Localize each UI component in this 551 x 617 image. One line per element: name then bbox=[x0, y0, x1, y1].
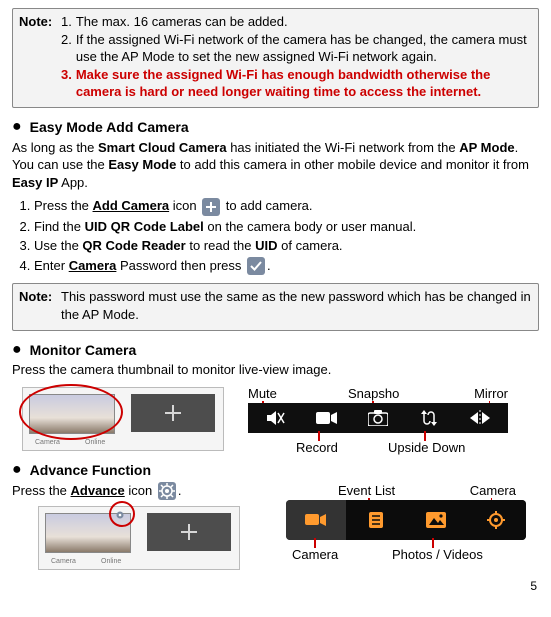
t: Smart Cloud Camera bbox=[98, 140, 227, 155]
step-3: Use the QR Code Reader to read the UID o… bbox=[34, 237, 539, 255]
t: . bbox=[178, 483, 182, 498]
t: has initiated the Wi-Fi network from the bbox=[227, 140, 460, 155]
monitor-toolbar bbox=[248, 403, 508, 433]
bullet-icon: ● bbox=[12, 342, 22, 358]
section-title: Easy Mode Add Camera bbox=[30, 118, 189, 137]
t: Use the bbox=[34, 238, 82, 253]
t: Find the bbox=[34, 219, 85, 234]
advance-toolbar bbox=[286, 500, 526, 540]
t: App. bbox=[58, 175, 88, 190]
label-camera-settings: Camera bbox=[470, 482, 516, 500]
label-camera-list: Camera bbox=[292, 546, 338, 564]
section-advance-head: ● Advance Function bbox=[12, 461, 539, 480]
step-2: Find the UID QR Code Label on the camera… bbox=[34, 218, 539, 236]
t: to add this camera in other mobile devic… bbox=[176, 157, 529, 172]
t: Enter bbox=[34, 258, 69, 273]
event-list-button[interactable] bbox=[346, 500, 406, 540]
upside-down-button[interactable] bbox=[404, 409, 455, 427]
record-button[interactable] bbox=[301, 411, 352, 425]
thumb-label: Online bbox=[85, 438, 105, 447]
note2-text: If the assigned Wi-Fi network of the cam… bbox=[76, 31, 532, 66]
add-camera-tile[interactable] bbox=[147, 513, 231, 551]
plus-icon bbox=[202, 198, 220, 216]
camera-list-button[interactable] bbox=[286, 500, 346, 540]
t: As long as the bbox=[12, 140, 98, 155]
mute-button[interactable] bbox=[250, 409, 301, 427]
note2-num: 2. bbox=[61, 31, 76, 49]
t: UID bbox=[255, 238, 277, 253]
t: Add Camera bbox=[93, 198, 170, 213]
note1-num: 1. bbox=[61, 13, 76, 31]
label-record: Record bbox=[296, 439, 338, 457]
t: AP Mode bbox=[459, 140, 514, 155]
bullet-icon: ● bbox=[12, 119, 22, 135]
t: to read the bbox=[186, 238, 255, 253]
mirror-button[interactable] bbox=[455, 410, 506, 426]
t: to add camera. bbox=[222, 198, 312, 213]
step-4: Enter Camera Password then press . bbox=[34, 257, 539, 276]
note-box-password: Note: This password must use the same as… bbox=[12, 283, 539, 330]
label-snapshot: Snapsho bbox=[348, 385, 399, 403]
note1-text: The max. 16 cameras can be added. bbox=[76, 13, 532, 31]
t: Press the bbox=[12, 483, 71, 498]
t: on the camera body or user manual. bbox=[204, 219, 416, 234]
t: of camera. bbox=[278, 238, 343, 253]
t: Advance bbox=[71, 483, 125, 498]
t: icon bbox=[125, 483, 156, 498]
step-1: Press the Add Camera icon to add camera. bbox=[34, 197, 539, 216]
section-title: Advance Function bbox=[30, 461, 151, 480]
gear-icon bbox=[158, 482, 176, 500]
t: Easy IP bbox=[12, 175, 58, 190]
gear-overlay-icon[interactable] bbox=[115, 507, 125, 517]
add-camera-tile[interactable] bbox=[131, 394, 215, 432]
note3-text: Make sure the assigned Wi-Fi has enough … bbox=[76, 66, 532, 101]
label-mirror: Mirror bbox=[474, 385, 508, 403]
note-box-setup: Note: 1. The max. 16 cameras can be adde… bbox=[12, 8, 539, 108]
label-upside-down: Upside Down bbox=[388, 439, 465, 457]
section-easy-mode-body: As long as the Smart Cloud Camera has in… bbox=[12, 139, 539, 192]
note-lead: Note: bbox=[19, 288, 61, 306]
t: UID QR Code Label bbox=[85, 219, 204, 234]
monitor-toolbar-annotated: Mute Snapsho Mirror Record Upside Down bbox=[248, 385, 508, 451]
note-lead: Note: bbox=[19, 13, 61, 31]
section-monitor-body: Press the camera thumbnail to monitor li… bbox=[12, 361, 539, 379]
t: icon bbox=[169, 198, 200, 213]
section-title: Monitor Camera bbox=[30, 341, 137, 360]
t: . bbox=[267, 258, 271, 273]
thumb-label: Camera bbox=[51, 557, 76, 566]
note3-num: 3. bbox=[61, 66, 76, 84]
steps-easy-mode: Press the Add Camera icon to add camera.… bbox=[12, 197, 539, 275]
t: QR Code Reader bbox=[82, 238, 185, 253]
label-event-list: Event List bbox=[338, 482, 395, 500]
t: Easy Mode bbox=[108, 157, 176, 172]
t: Press the bbox=[34, 198, 93, 213]
camera-thumbnail[interactable] bbox=[29, 394, 115, 434]
section-advance-body: Press the Advance icon . bbox=[12, 482, 272, 501]
thumbnail-advance: Camera Online bbox=[38, 506, 272, 570]
bullet-icon: ● bbox=[12, 462, 22, 478]
page-number: 5 bbox=[530, 578, 537, 594]
camera-settings-button[interactable] bbox=[466, 500, 526, 540]
section-monitor-head: ● Monitor Camera bbox=[12, 341, 539, 360]
photos-videos-button[interactable] bbox=[406, 500, 466, 540]
label-mute: Mute bbox=[248, 385, 277, 403]
thumb-label: Camera bbox=[35, 438, 60, 447]
thumbnail-monitor: Camera Online bbox=[22, 387, 224, 451]
thumb-label: Online bbox=[101, 557, 121, 566]
note-text: This password must use the same as the n… bbox=[61, 288, 532, 323]
t: Password then press bbox=[116, 258, 245, 273]
snapshot-button[interactable] bbox=[352, 410, 403, 426]
label-photos-videos: Photos / Videos bbox=[392, 546, 483, 564]
section-easy-mode-head: ● Easy Mode Add Camera bbox=[12, 118, 539, 137]
advance-toolbar-annotated: Event List Camera Camera Photos / Videos bbox=[286, 482, 526, 558]
check-icon bbox=[247, 257, 265, 275]
t: Camera bbox=[69, 258, 117, 273]
